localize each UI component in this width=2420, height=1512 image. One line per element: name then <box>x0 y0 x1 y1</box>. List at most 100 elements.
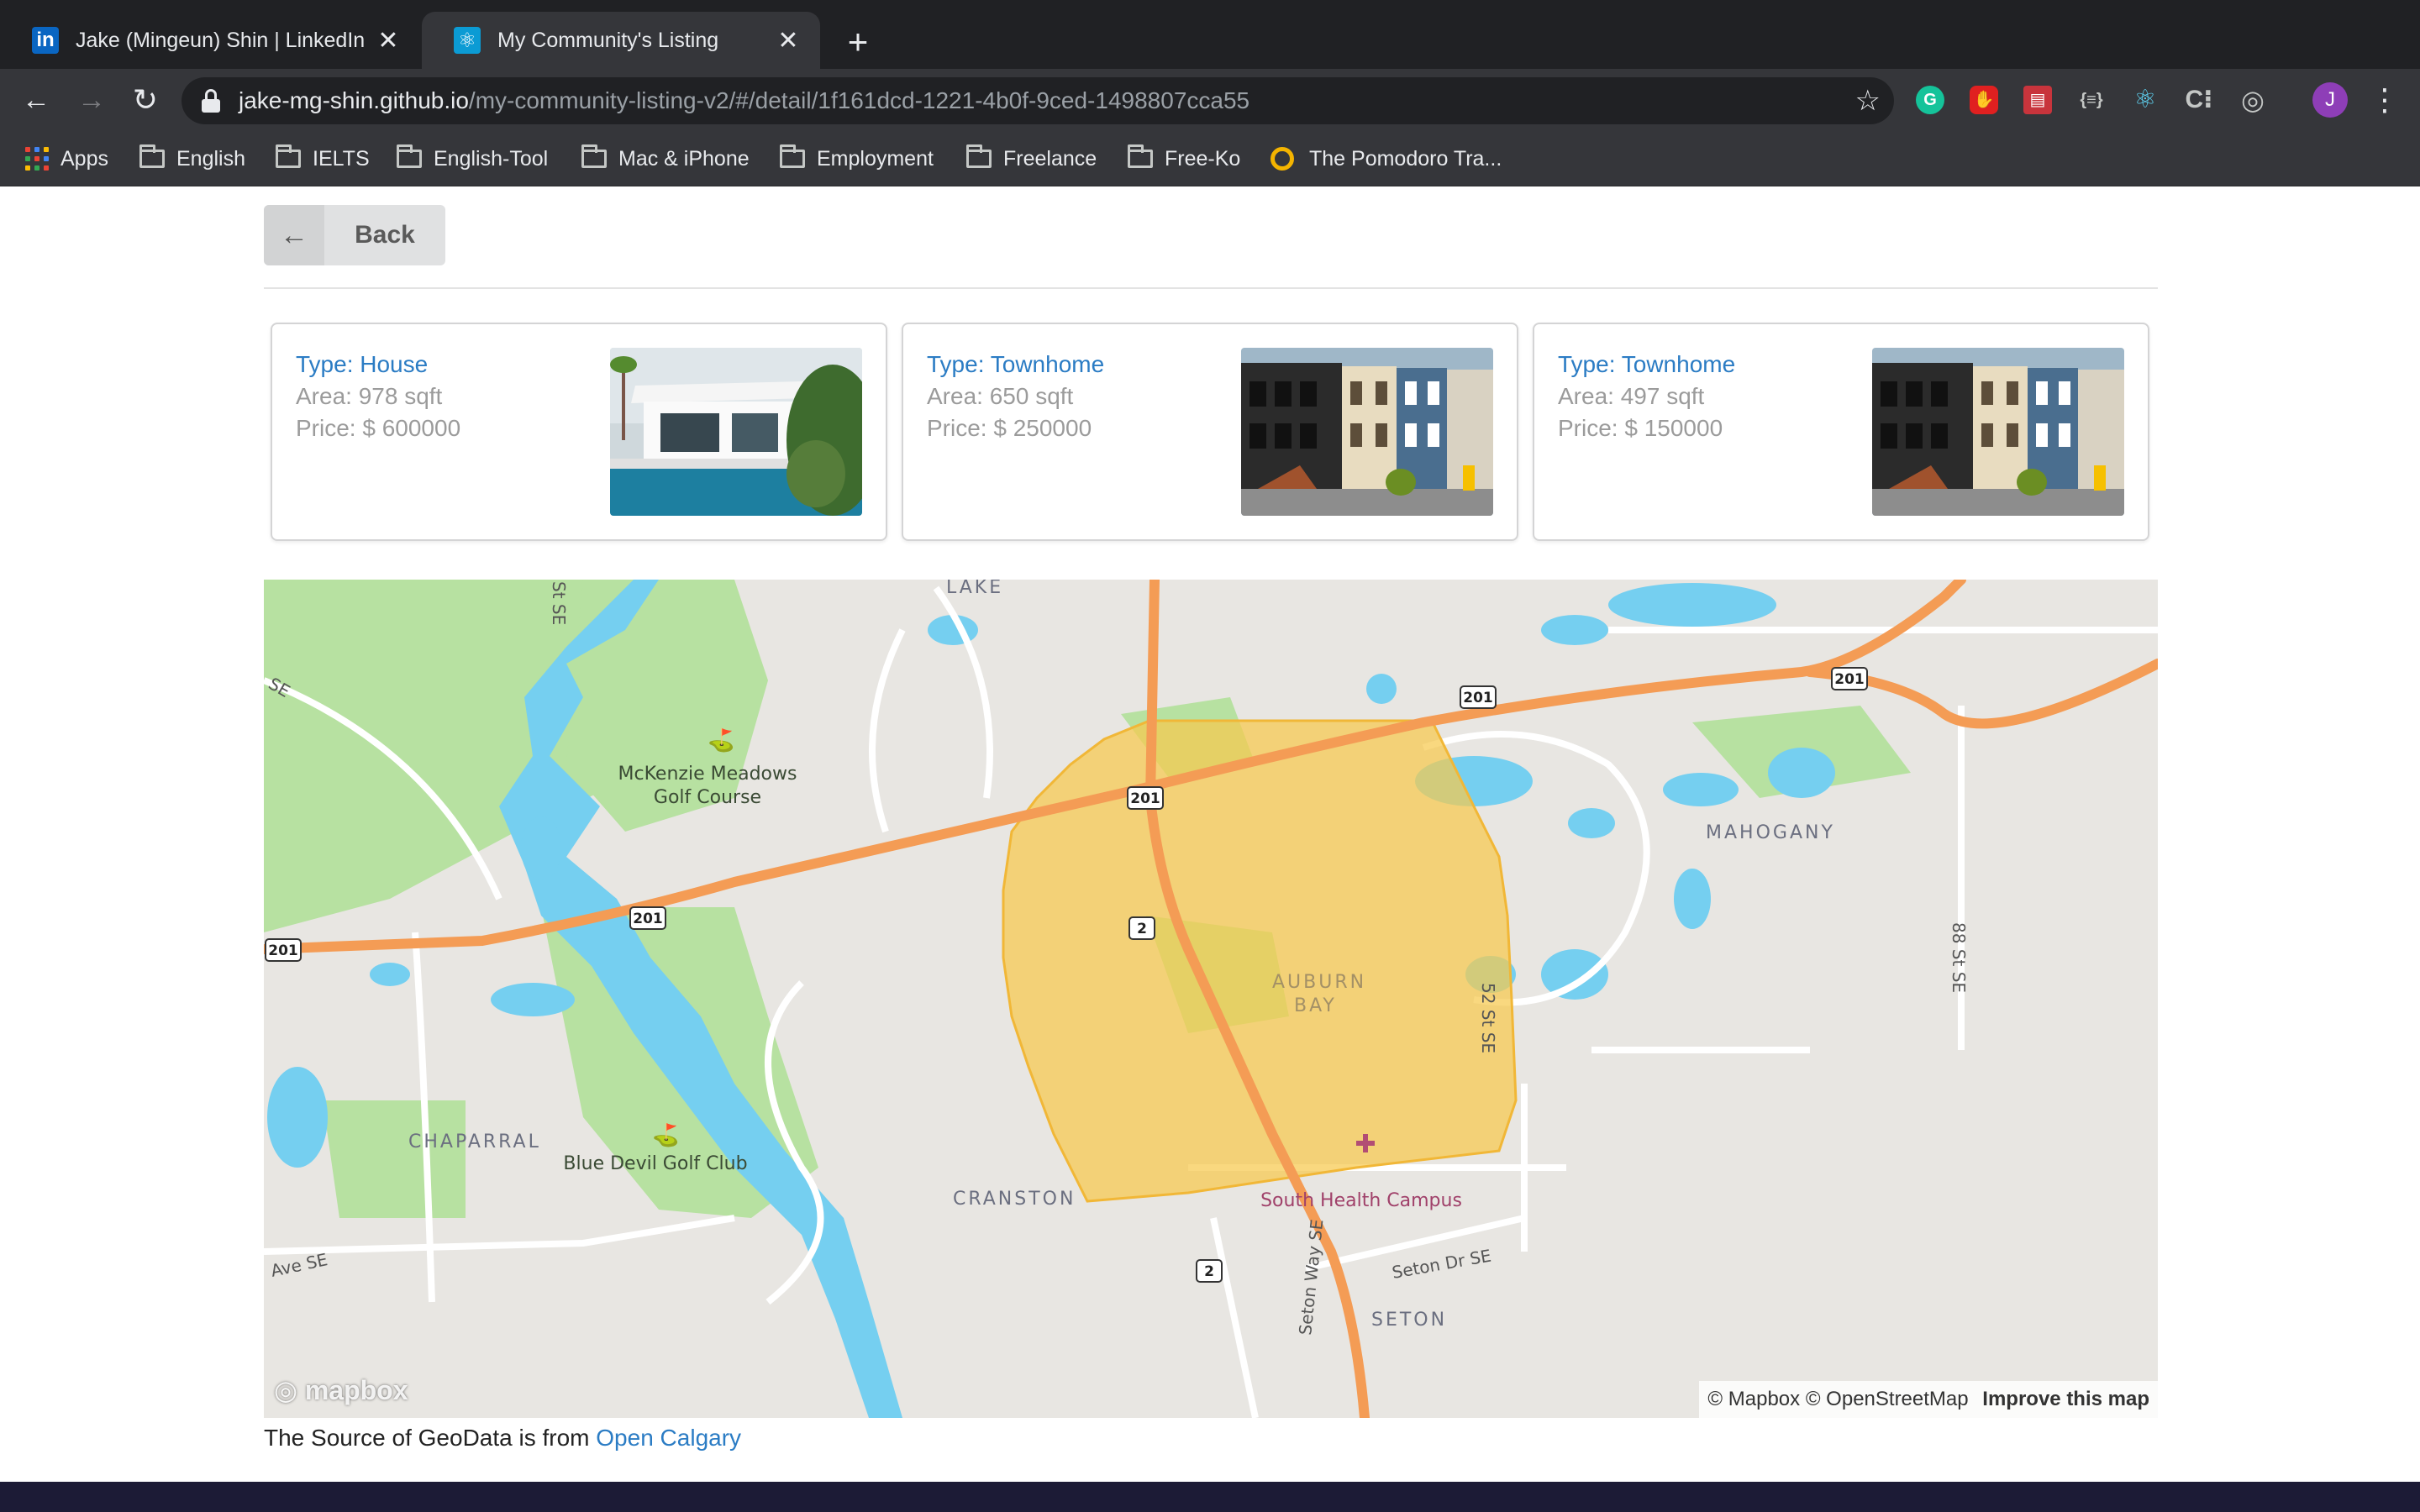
bookmark-label: Freelance <box>1003 146 1097 171</box>
label-auburn: AUBURN <box>1272 972 1366 993</box>
new-tab-button[interactable]: + <box>836 20 880 64</box>
label-52-st: 52 St SE <box>1478 983 1498 1053</box>
listing-price: Price: $ 600000 <box>296 415 461 441</box>
attribution-osm[interactable]: © OpenStreetMap <box>1806 1388 1969 1410</box>
shield-201: 201 <box>1834 671 1865 688</box>
label-cranston: CRANSTON <box>953 1189 1076 1210</box>
folder-icon <box>397 144 422 168</box>
listing-area: Area: 650 sqft <box>927 383 1074 409</box>
improve-map-link[interactable]: Improve this map <box>1982 1388 2149 1410</box>
label-south-health: South Health Campus <box>1260 1190 1462 1211</box>
shield-2: 2 <box>1204 1263 1214 1280</box>
community-map[interactable]: 201 201 201 201 201 2 2 ⛳ ⛳ LAKE McKenzi… <box>264 580 2158 1418</box>
folder-icon <box>966 144 992 168</box>
townhome-photo <box>1241 348 1493 516</box>
listing-price: Price: $ 150000 <box>1558 415 1723 441</box>
bookmarks-bar: Apps English IELTS English-Tool Mac & iP… <box>0 131 2420 186</box>
browser-toolbar: ← → ↻ jake-mg-shin.github.io/my-communit… <box>0 69 2420 131</box>
label-st-se: St SE <box>549 581 569 625</box>
listing-area: Area: 497 sqft <box>1558 383 1705 409</box>
bookmark-employment[interactable]: Employment <box>780 131 934 186</box>
bookmark-pomodoro[interactable]: The Pomodoro Tra... <box>1270 131 1502 186</box>
profile-avatar[interactable]: J <box>2312 82 2348 118</box>
tab-title: My Community's Listing <box>497 28 719 52</box>
forward-arrow-icon[interactable]: → <box>72 81 111 119</box>
reload-icon[interactable]: ↻ <box>126 81 165 119</box>
listing-card[interactable]: Type: Townhome Area: 650 sqft Price: $ 2… <box>902 323 1518 541</box>
pomodoro-icon <box>1270 147 1294 171</box>
label-golf-course: Golf Course <box>654 787 761 808</box>
bookmark-label: Employment <box>817 146 934 171</box>
geodata-source: The Source of GeoData is from Open Calga… <box>264 1421 741 1455</box>
bookmark-label: IELTS <box>313 146 370 171</box>
json-extension-icon[interactable]: {≡} <box>2077 86 2106 114</box>
target-extension-icon[interactable]: ◎ <box>2238 86 2267 114</box>
browser-tabbar: in Jake (Mingeun) Shin | LinkedIn ✕ ⚛ My… <box>0 0 2420 69</box>
react-icon: ⚛ <box>454 27 481 54</box>
menu-kebab-icon[interactable]: ⋮ <box>2370 81 2400 119</box>
css-extension-icon[interactable]: C⁝ <box>2185 86 2213 114</box>
label-mckenzie: McKenzie Meadows <box>618 764 797 785</box>
listing-type[interactable]: Type: Townhome <box>1558 351 1735 378</box>
bookmark-label: The Pomodoro Tra... <box>1309 146 1502 171</box>
linkedin-icon: in <box>32 27 59 54</box>
close-icon[interactable]: ✕ <box>371 26 405 55</box>
bookmark-ielts[interactable]: IELTS <box>276 131 370 186</box>
url-host: jake-mg-shin.github.io <box>239 87 469 113</box>
apps-grid-icon <box>25 147 49 171</box>
folder-icon <box>139 144 165 168</box>
shield-2: 2 <box>1137 921 1147 937</box>
tab-community-listing[interactable]: ⚛ My Community's Listing ✕ <box>422 12 820 69</box>
divider <box>264 287 2158 289</box>
map-canvas[interactable]: 201 201 201 201 201 2 2 ⛳ ⛳ LAKE McKenzi… <box>264 580 2158 1418</box>
close-icon[interactable]: ✕ <box>771 26 805 55</box>
label-bay: BAY <box>1294 995 1337 1016</box>
listing-card[interactable]: Type: Townhome Area: 497 sqft Price: $ 1… <box>1533 323 2149 541</box>
attribution-mapbox[interactable]: © Mapbox <box>1707 1388 1800 1410</box>
tab-title: Jake (Mingeun) Shin | LinkedIn <box>76 28 366 52</box>
label-seton-dr: Seton Dr SE <box>1391 1246 1493 1283</box>
source-text: The Source of GeoData is from <box>264 1425 597 1451</box>
bookmark-mac-iphone[interactable]: Mac & iPhone <box>581 131 750 186</box>
url-text[interactable]: jake-mg-shin.github.io/my-community-list… <box>239 77 1249 124</box>
folder-icon <box>780 144 805 168</box>
townhome-photo <box>1872 348 2124 516</box>
shield-201: 201 <box>1130 790 1160 807</box>
mapbox-logo-text: mapbox <box>304 1375 408 1405</box>
mapbox-logo[interactable]: ◎ mapbox <box>274 1374 408 1406</box>
bookmark-star-icon[interactable]: ☆ <box>1855 77 1881 124</box>
bookmark-english-tool[interactable]: English-Tool <box>397 131 548 186</box>
grammarly-extension-icon[interactable]: G <box>1916 86 1944 114</box>
folder-icon <box>1128 144 1153 168</box>
listing-type[interactable]: Type: House <box>296 351 428 378</box>
back-button[interactable]: ← Back <box>264 205 445 265</box>
auburn-bay-boundary[interactable] <box>1002 719 1518 1203</box>
bookmark-label: Mac & iPhone <box>618 146 750 171</box>
label-blue-devil: Blue Devil Golf Club <box>563 1153 747 1174</box>
back-arrow-icon[interactable]: ← <box>17 81 55 119</box>
bookmark-free-ko[interactable]: Free-Ko <box>1128 131 1240 186</box>
bookmark-english[interactable]: English <box>139 131 245 186</box>
listing-card[interactable]: Type: House Area: 978 sqft Price: $ 6000… <box>271 323 887 541</box>
label-mahogany: MAHOGANY <box>1706 822 1835 843</box>
open-calgary-link[interactable]: Open Calgary <box>596 1425 741 1451</box>
pdf-extension-icon[interactable]: ▤ <box>2023 86 2052 114</box>
shield-201: 201 <box>1463 690 1493 706</box>
folder-icon <box>581 144 607 168</box>
bookmark-label: English <box>176 146 245 171</box>
listing-area: Area: 978 sqft <box>296 383 443 409</box>
listing-type[interactable]: Type: Townhome <box>927 351 1104 378</box>
tab-linkedin[interactable]: in Jake (Mingeun) Shin | LinkedIn ✕ <box>0 12 420 69</box>
adblock-extension-icon[interactable]: ✋ <box>1970 86 1998 114</box>
shield-201: 201 <box>268 942 298 959</box>
map-attribution: © Mapbox © OpenStreetMap Improve this ma… <box>1699 1381 2158 1418</box>
react-devtools-icon[interactable]: ⚛ <box>2131 86 2160 114</box>
lock-icon <box>202 89 220 113</box>
bookmark-label: Free-Ko <box>1165 146 1241 171</box>
bookmark-apps[interactable]: Apps <box>25 131 108 186</box>
address-bar[interactable]: jake-mg-shin.github.io/my-community-list… <box>182 77 1894 124</box>
listing-price: Price: $ 250000 <box>927 415 1092 441</box>
bookmark-freelance[interactable]: Freelance <box>966 131 1097 186</box>
label-lake: LAKE <box>946 580 1003 598</box>
bookmark-label: English-Tool <box>434 146 549 171</box>
